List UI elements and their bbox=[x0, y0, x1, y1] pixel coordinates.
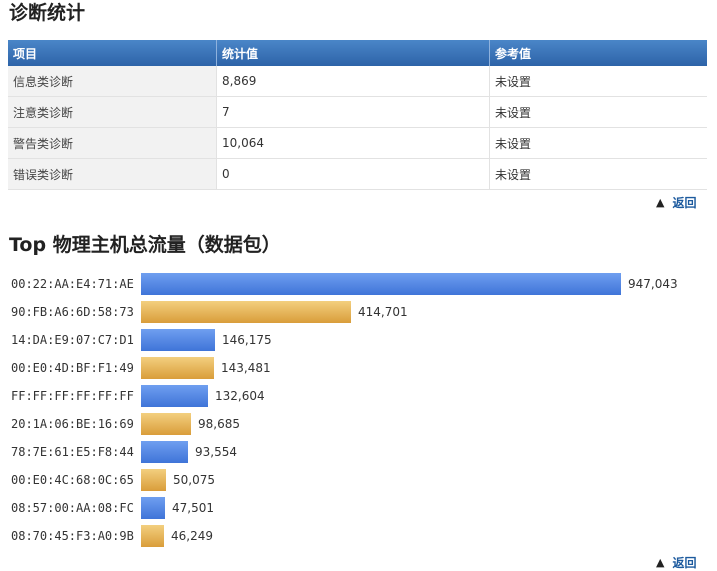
bar-value-label: 93,554 bbox=[195, 445, 237, 459]
bar-row: 08:57:00:AA:08:FC 47,501 bbox=[0, 496, 717, 520]
bar-category-label: FF:FF:FF:FF:FF:FF bbox=[11, 389, 134, 403]
table-header-row: 项目 统计值 参考值 bbox=[8, 40, 707, 66]
column-header-item[interactable]: 项目 bbox=[8, 40, 217, 66]
bar-value-label: 46,249 bbox=[171, 529, 213, 543]
diagnostic-stats-table: 项目 统计值 参考值 信息类诊断 8,869 未设置 注意类诊断 7 未设置 警… bbox=[8, 40, 707, 190]
bar-category-label: 00:E0:4C:68:0C:65 bbox=[11, 473, 134, 487]
bar-category-label: 08:57:00:AA:08:FC bbox=[11, 501, 134, 515]
bar-category-label: 00:22:AA:E4:71:AE bbox=[11, 277, 134, 291]
bar-value-label: 414,701 bbox=[358, 305, 408, 319]
bar-row: 20:1A:06:BE:16:69 98,685 bbox=[0, 412, 717, 436]
row-item-label: 注意类诊断 bbox=[8, 96, 217, 128]
bar-row: FF:FF:FF:FF:FF:FF 132,604 bbox=[0, 384, 717, 408]
bar-row: 00:22:AA:E4:71:AE 947,043 bbox=[0, 272, 717, 296]
stats-section-title: 诊断统计 bbox=[9, 2, 86, 24]
back-link-label: 返回 bbox=[672, 556, 697, 570]
bar-category-label: 20:1A:06:BE:16:69 bbox=[11, 417, 134, 431]
bar bbox=[141, 413, 191, 435]
table-row: 信息类诊断 8,869 未设置 bbox=[8, 66, 707, 97]
bar-category-label: 08:70:45:F3:A0:9B bbox=[11, 529, 134, 543]
bar-category-label: 00:E0:4D:BF:F1:49 bbox=[11, 361, 134, 375]
row-value: 8,869 bbox=[216, 66, 490, 97]
bar bbox=[141, 357, 214, 379]
bar-row: 08:70:45:F3:A0:9B 46,249 bbox=[0, 524, 717, 548]
bar-value-label: 98,685 bbox=[198, 417, 240, 431]
bar-value-label: 947,043 bbox=[628, 277, 678, 291]
back-link-label: 返回 bbox=[672, 196, 697, 210]
row-item-label: 警告类诊断 bbox=[8, 127, 217, 159]
column-header-reference[interactable]: 参考值 bbox=[489, 40, 707, 66]
row-reference: 未设置 bbox=[489, 127, 707, 159]
bar-row: 14:DA:E9:07:C7:D1 146,175 bbox=[0, 328, 717, 352]
row-item-label: 错误类诊断 bbox=[8, 158, 217, 190]
bar bbox=[141, 525, 164, 547]
bar-category-label: 90:FB:A6:6D:58:73 bbox=[11, 305, 134, 319]
up-arrow-icon: ▲ bbox=[656, 556, 665, 569]
row-value: 0 bbox=[216, 158, 490, 190]
row-value: 10,064 bbox=[216, 127, 490, 159]
table-row: 注意类诊断 7 未设置 bbox=[8, 96, 707, 128]
bar-value-label: 132,604 bbox=[215, 389, 265, 403]
back-to-top-link[interactable]: ▲ 返回 bbox=[656, 554, 696, 571]
bar-value-label: 143,481 bbox=[221, 361, 271, 375]
bar-row: 00:E0:4C:68:0C:65 50,075 bbox=[0, 468, 717, 492]
bar bbox=[141, 469, 166, 491]
row-value: 7 bbox=[216, 96, 490, 128]
bar bbox=[141, 497, 165, 519]
bar-row: 00:E0:4D:BF:F1:49 143,481 bbox=[0, 356, 717, 380]
bar-category-label: 78:7E:61:E5:F8:44 bbox=[11, 445, 134, 459]
up-arrow-icon: ▲ bbox=[656, 196, 665, 209]
back-to-top-link[interactable]: ▲ 返回 bbox=[656, 194, 696, 211]
table-row: 错误类诊断 0 未设置 bbox=[8, 158, 707, 190]
top-hosts-title: Top 物理主机总流量（数据包） bbox=[9, 234, 281, 256]
bar-value-label: 47,501 bbox=[172, 501, 214, 515]
row-reference: 未设置 bbox=[489, 66, 707, 97]
table-row: 警告类诊断 10,064 未设置 bbox=[8, 127, 707, 159]
row-item-label: 信息类诊断 bbox=[8, 66, 217, 97]
bar bbox=[141, 329, 215, 351]
bar-value-label: 146,175 bbox=[222, 333, 272, 347]
row-reference: 未设置 bbox=[489, 96, 707, 128]
bar-row: 78:7E:61:E5:F8:44 93,554 bbox=[0, 440, 717, 464]
bar bbox=[141, 385, 208, 407]
bar-category-label: 14:DA:E9:07:C7:D1 bbox=[11, 333, 134, 347]
column-header-value[interactable]: 统计值 bbox=[216, 40, 490, 66]
bar bbox=[141, 273, 621, 295]
bar-row: 90:FB:A6:6D:58:73 414,701 bbox=[0, 300, 717, 324]
row-reference: 未设置 bbox=[489, 158, 707, 190]
bar bbox=[141, 301, 351, 323]
bar bbox=[141, 441, 188, 463]
bar-value-label: 50,075 bbox=[173, 473, 215, 487]
